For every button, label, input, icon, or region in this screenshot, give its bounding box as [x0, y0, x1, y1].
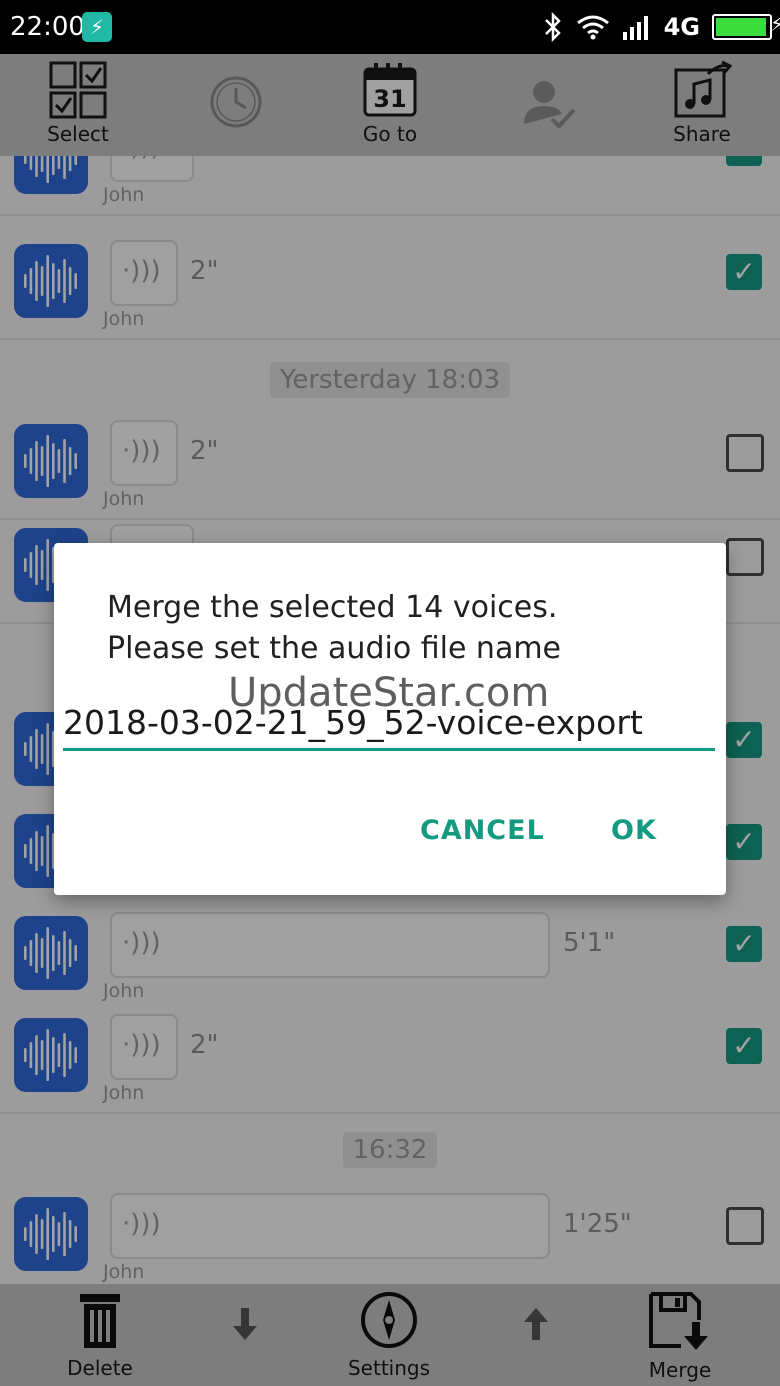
usb-icon: ⚡: [82, 12, 112, 42]
filename-input[interactable]: [63, 696, 715, 751]
dialog-message-line1: Merge the selected 14 voices.: [107, 590, 558, 625]
bluetooth-icon: [544, 12, 561, 42]
dialog-message-line2: Please set the audio file name: [107, 631, 562, 666]
signal-icon: [622, 16, 648, 40]
merge-dialog: Merge the selected 14 voices. Please set…: [54, 543, 726, 895]
wifi-icon: [576, 15, 609, 40]
cancel-button[interactable]: CANCEL: [420, 815, 545, 846]
status-bar: 22:00 ⚡ 4G ⚡: [0, 0, 780, 54]
dialog-message: Merge the selected 14 voices. Please set…: [107, 587, 561, 669]
network-type: 4G: [663, 13, 700, 41]
status-icons: 4G ⚡: [542, 10, 780, 44]
battery-icon: ⚡: [712, 12, 780, 40]
ok-button[interactable]: OK: [611, 815, 657, 846]
status-time: 22:00: [10, 12, 85, 42]
